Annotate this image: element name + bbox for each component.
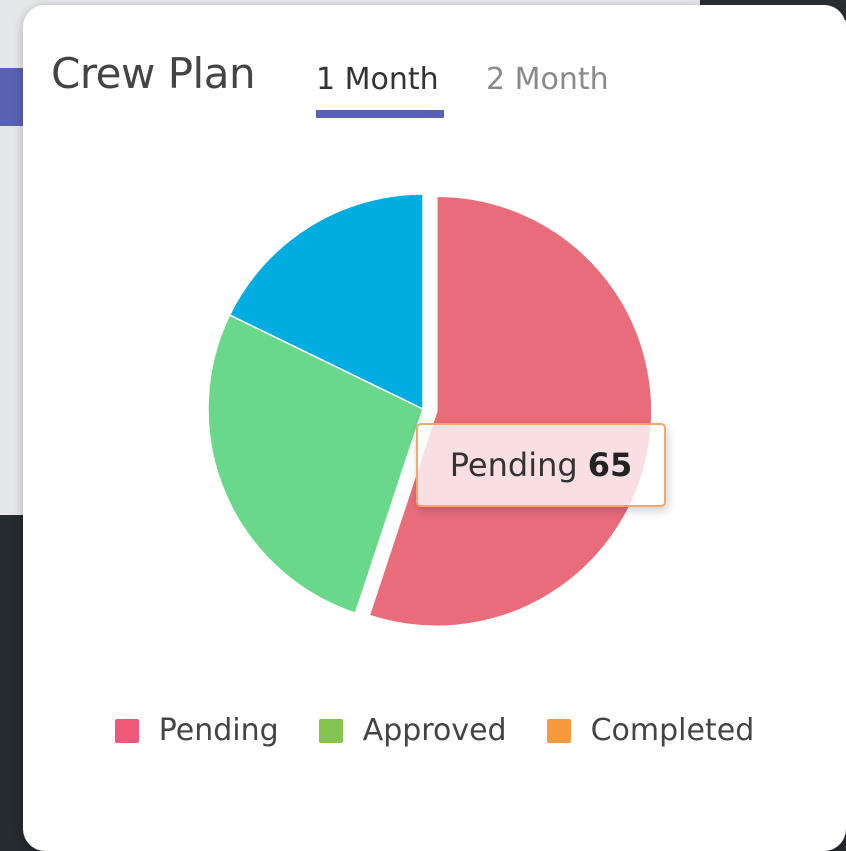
chart-legend: Pending Approved Completed xyxy=(23,713,846,748)
chart-tooltip: Pending 65 xyxy=(416,423,666,507)
legend-swatch xyxy=(546,718,571,743)
legend-label: Approved xyxy=(362,713,507,748)
legend-item-completed[interactable]: Completed xyxy=(546,713,755,748)
legend-item-pending[interactable]: Pending xyxy=(114,713,279,748)
crew-plan-card: Crew Plan 1 Month 2 Month Pending 65 Pen… xyxy=(23,5,846,851)
legend-label: Pending xyxy=(158,713,279,748)
legend-label: Completed xyxy=(590,713,755,748)
tooltip-value: 65 xyxy=(587,446,633,484)
legend-swatch xyxy=(114,718,139,743)
tooltip-label: Pending xyxy=(449,446,578,484)
legend-swatch xyxy=(318,718,343,743)
legend-item-approved[interactable]: Approved xyxy=(318,713,507,748)
